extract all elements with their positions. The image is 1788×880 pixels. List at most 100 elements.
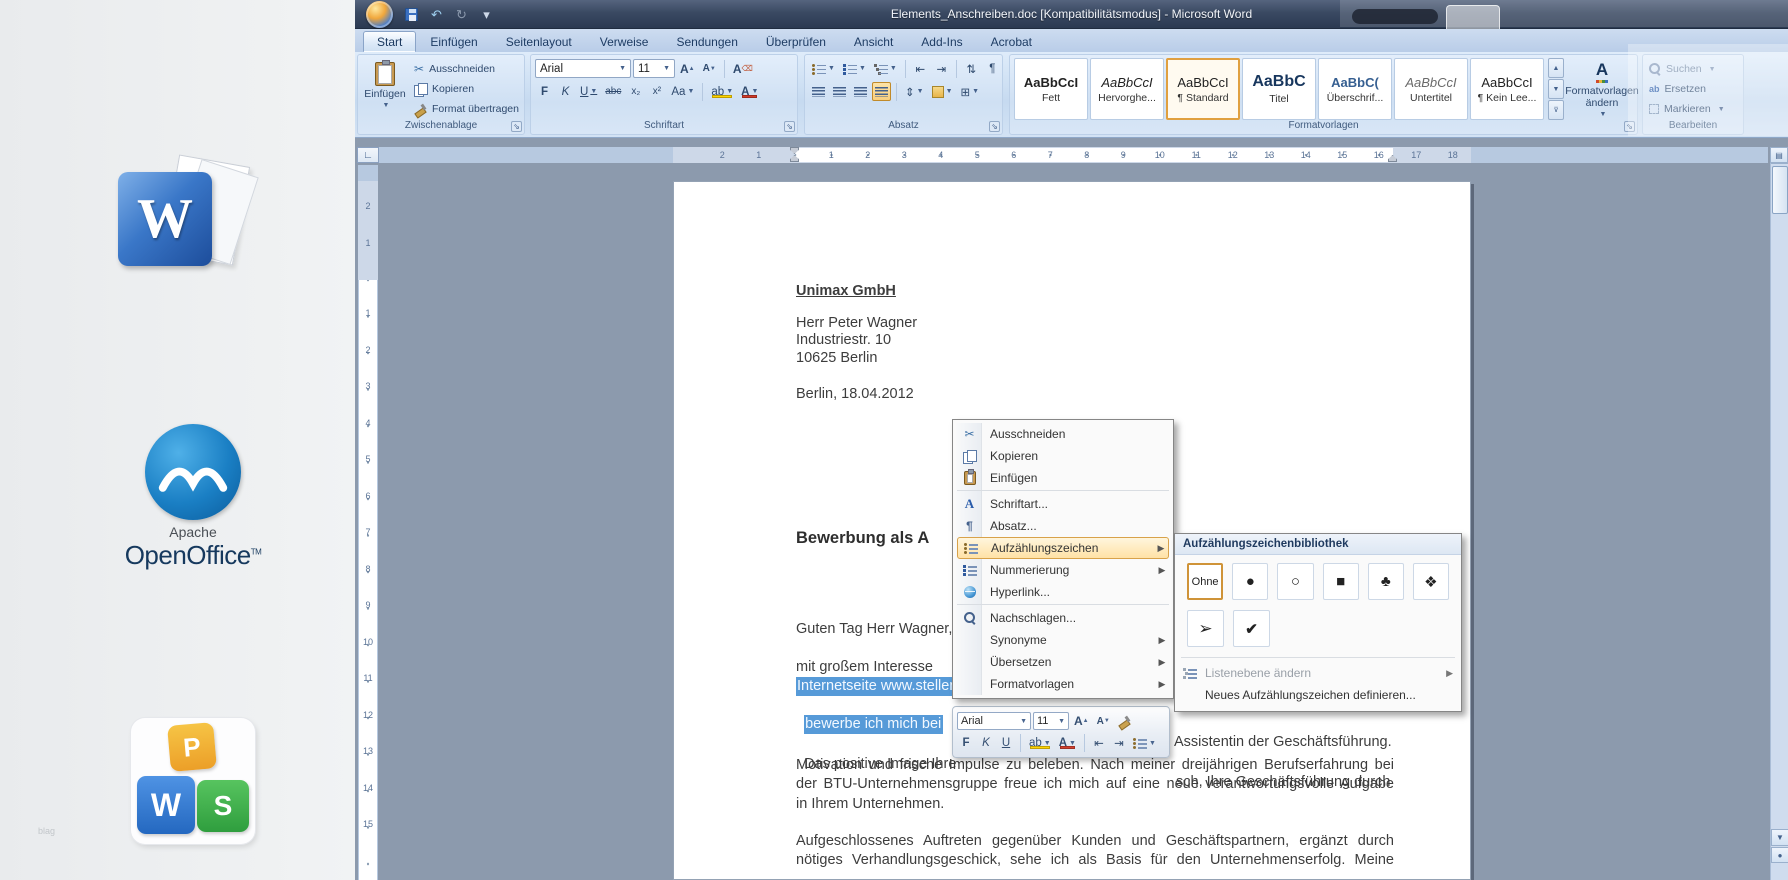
shrink-font-button[interactable]: A▼ [700,59,719,78]
increase-indent-button[interactable]: ⇥ [932,59,951,78]
bullet-option[interactable]: ❖ [1413,563,1449,600]
change-styles-button[interactable]: A Formatvorlagen ändern ▼ [1568,58,1636,122]
mini-decrease-indent-button[interactable]: ⇤ [1090,734,1108,752]
mini-underline-button[interactable]: U [997,734,1015,752]
mini-increase-indent-button[interactable]: ⇥ [1110,734,1128,752]
highlight-button[interactable]: ab▼ [708,82,736,101]
gallery-scroll-down-button[interactable]: ▼ [1548,79,1564,99]
sort-button[interactable]: ⇅ [962,59,981,78]
context-menu-item[interactable]: Einfügen ▶ [957,467,1169,491]
bullet-option[interactable]: ○ [1277,563,1313,600]
grow-font-button[interactable]: A▲ [677,59,698,78]
recipient-company[interactable]: Unimax GmbH [796,282,896,300]
mini-font-size-combo[interactable]: 11▼ [1033,712,1069,730]
context-menu-item[interactable]: Übersetzen ▶ [957,651,1169,673]
mini-font-color-button[interactable]: A▼ [1056,734,1079,752]
define-new-bullet-item[interactable]: Neues Aufzählungszeichen definieren... [1175,684,1461,706]
font-color-button[interactable]: A▼ [738,82,761,101]
bullets-button[interactable]: ▼ [809,59,838,78]
paragraph2-line3[interactable]: der BTU-Unternehmensgruppe freue ich mic… [796,775,1394,793]
gallery-scroll-up-button[interactable]: ▲ [1548,58,1564,78]
style-item[interactable]: AaBbCcI Fett [1014,58,1088,120]
borders-button[interactable]: ⊞▼ [958,82,983,101]
multilevel-list-button[interactable]: ▼ [871,59,900,78]
context-menu-item[interactable]: Kopieren ▶ [957,445,1169,467]
scroll-down-button[interactable]: ▼ [1771,829,1788,846]
show-paragraph-marks-button[interactable]: ¶ [983,59,1002,78]
context-menu-item[interactable]: Aufzählungszeichen ▶ [957,537,1169,559]
context-menu-item[interactable]: Formatvorlagen ▶ [957,673,1169,695]
format-painter-button[interactable]: Format übertragen [412,99,521,119]
paragraph3-line2[interactable]: nötiges Verhandlungsgeschick, sehe ich a… [796,851,1394,869]
align-left-button[interactable] [809,82,828,101]
change-case-button[interactable]: Aa▼ [668,82,697,101]
ribbon-tab[interactable]: Überprüfen [752,31,840,52]
recipient-name[interactable]: Herr Peter Wagner [796,314,917,332]
context-menu-item[interactable]: Synonyme ▶ [957,629,1169,651]
shading-button[interactable]: ▼ [929,82,956,101]
context-menu-item[interactable]: Nachschlagen... ▶ [957,607,1169,629]
align-right-button[interactable] [851,82,870,101]
italic-button[interactable]: K [556,82,575,101]
paragraph2-line4[interactable]: in Ihrem Unternehmen. [796,795,944,813]
ribbon-tab[interactable]: Einfügen [416,31,491,52]
change-list-level-item[interactable]: Listenebene ändern ▶ [1175,662,1461,684]
paragraph1-line1[interactable]: mit großem Interesse [796,658,933,676]
align-center-button[interactable] [830,82,849,101]
mini-highlight-button[interactable]: ab▼ [1026,734,1054,752]
paragraph3-line1[interactable]: Aufgeschlossenes Auftreten gegenüber Kun… [796,832,1394,850]
context-menu-item[interactable]: Nummerierung ▶ [957,559,1169,581]
date-line[interactable]: Berlin, 18.04.2012 [796,385,914,403]
mini-format-painter-button[interactable] [1115,712,1134,730]
bullet-option[interactable]: ✔ [1233,610,1270,647]
subject-line[interactable]: Bewerbung als A [796,529,929,547]
justify-button[interactable] [872,82,891,101]
style-item[interactable]: AaBbCcI ¶ Kein Lee... [1470,58,1544,120]
bullet-option[interactable]: ● [1232,563,1268,600]
mini-grow-font-button[interactable]: A▲ [1071,712,1092,730]
style-item[interactable]: AaBbCcI Hervorghe... [1090,58,1164,120]
underline-button[interactable]: U▼ [577,82,600,101]
context-menu-item[interactable]: Hyperlink... ▶ [957,581,1169,605]
mini-bullets-button[interactable]: ▼ [1130,734,1159,752]
word-desktop-logo[interactable]: W [118,156,250,282]
recipient-city[interactable]: 10625 Berlin [796,349,877,367]
strikethrough-button[interactable]: abc [602,82,624,101]
ruler-toggle-button[interactable]: ▤ [1770,147,1788,163]
ribbon-tab[interactable]: Verweise [586,31,663,52]
wps-desktop-logo[interactable]: P W S [131,718,255,844]
clear-formatting-button[interactable]: A⌫ [730,59,756,78]
font-name-combo[interactable]: Arial▼ [535,59,631,78]
numbering-button[interactable]: ▼ [840,59,869,78]
vertical-ruler[interactable]: 21 123456789101112131415 [358,165,378,880]
style-item[interactable]: AaBbCcI Untertitel [1394,58,1468,120]
openoffice-desktop-logo[interactable]: Apache OpenOfficeTM [88,424,298,571]
bullet-option[interactable]: ■ [1323,563,1359,600]
line-spacing-button[interactable]: ⇕▼ [902,82,927,101]
ribbon-tab[interactable]: Ansicht [840,31,907,52]
tab-stop-selector[interactable]: ∟ [357,147,379,163]
ribbon-tab[interactable]: Acrobat [977,31,1046,52]
bold-button[interactable]: F [535,82,554,101]
salutation-line[interactable]: Guten Tag Herr Wagner, [796,620,952,638]
mini-italic-button[interactable]: K [977,734,995,752]
cut-button[interactable]: Ausschneiden [412,59,521,79]
vertical-scrollbar[interactable]: ▲ ▼ ● [1770,147,1788,880]
ribbon-tab[interactable]: Sendungen [662,31,751,52]
superscript-button[interactable]: x² [647,82,666,101]
horizontal-ruler[interactable]: 21 12345678910111213141516 1718 [379,147,1768,163]
context-menu-item[interactable]: Absatz... ▶ [957,515,1169,537]
style-item[interactable]: AaBbCcI ¶ Standard [1166,58,1240,120]
style-item[interactable]: AaBbC Titel [1242,58,1316,120]
mini-shrink-font-button[interactable]: A▼ [1094,712,1113,730]
style-item[interactable]: AaBbC( Überschrif... [1318,58,1392,120]
gallery-expand-button[interactable]: ⊽ [1548,100,1564,120]
font-size-combo[interactable]: 11▼ [633,59,675,78]
paragraph2-line2[interactable]: Motivation und frische Impulse zu belebe… [796,756,1394,774]
context-menu-item[interactable]: Schriftart... ▶ [957,493,1169,515]
dialog-launcher-clipboard[interactable]: ⇘ [511,121,522,132]
bullet-option[interactable]: ♣ [1368,563,1404,600]
subscript-button[interactable]: x₂ [626,82,645,101]
copy-button[interactable]: Kopieren [412,79,521,99]
bullet-option-none[interactable]: Ohne [1187,563,1223,600]
